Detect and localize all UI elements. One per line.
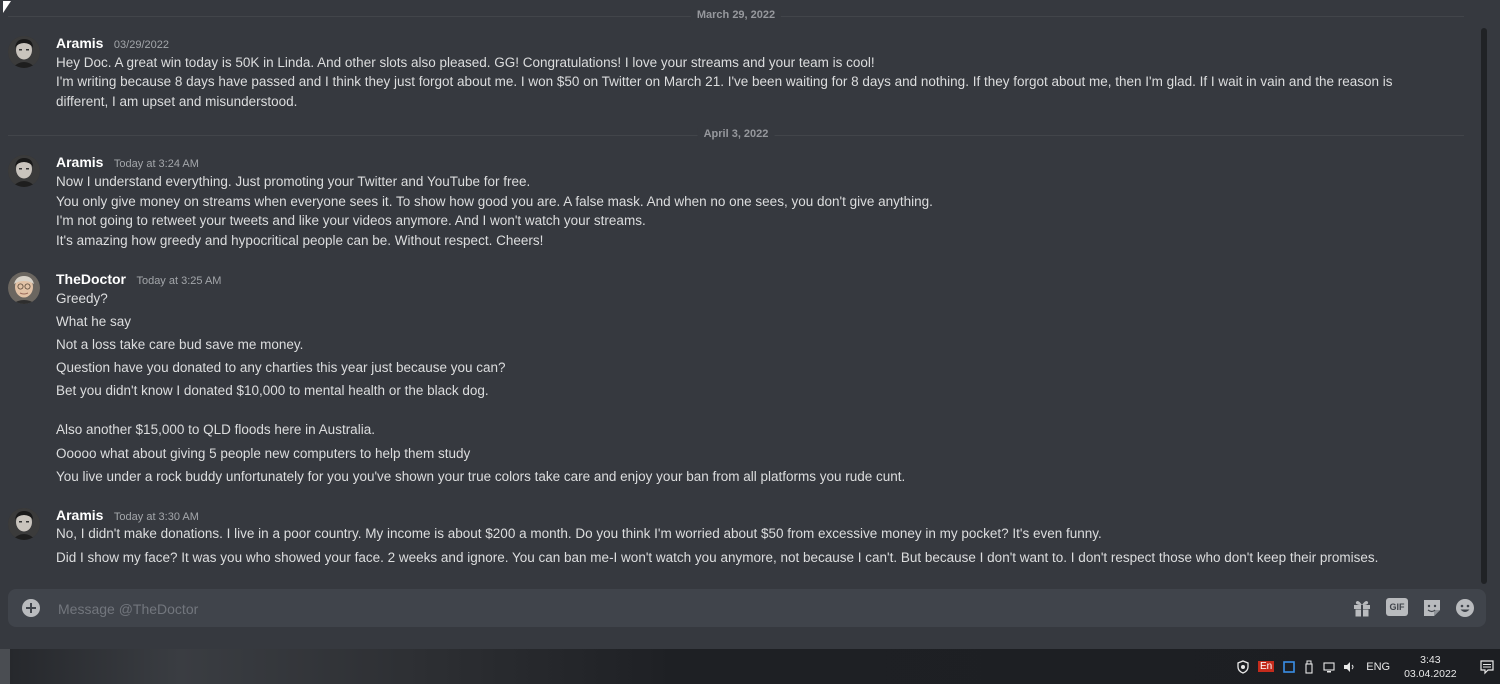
message-line: Bet you didn't know I donated $10,000 to… [56,383,489,398]
message-composer: GIF [8,589,1486,627]
date-divider-label: March 29, 2022 [690,9,782,21]
usb-device-icon[interactable] [1304,660,1314,674]
language-indicator[interactable]: En [1258,661,1275,672]
message-line: I'm writing because 8 days have passed a… [56,74,1393,109]
message-line: Ooooo what about giving 5 people new com… [56,446,471,461]
author-name[interactable]: Aramis [56,154,103,170]
message-line: You only give money on streams when ever… [56,194,933,209]
message-line: Hey Doc. A great win today is 50K in Lin… [56,55,875,70]
avatar-aramis-icon [8,155,40,187]
message-header: Aramis Today at 3:30 AM [56,507,199,525]
shield-icon[interactable] [1236,659,1250,674]
message-line: What he say [56,314,132,329]
message-line: Greedy? [56,291,108,306]
message-line: It's amazing how greedy and hypocritical… [56,233,544,248]
author-name[interactable]: Aramis [56,35,103,51]
avatar-aramis-icon [8,508,40,540]
date-divider-label: April 3, 2022 [697,128,775,140]
message-timestamp: Today at 3:24 AM [113,158,199,170]
snipping-tool-icon[interactable] [1282,660,1296,674]
windows-taskbar: En ENG 3:43 03.04.2022 [0,649,1500,684]
avatar[interactable] [8,508,40,540]
clock[interactable]: 3:43 03.04.2022 [1404,653,1457,681]
notification-center-icon[interactable] [1479,659,1495,675]
message-timestamp: Today at 3:30 AM [113,511,199,523]
message-line: No, I didn't make donations. I live in a… [56,526,1102,541]
date-divider: April 3, 2022 [8,128,1464,140]
gif-icon[interactable]: GIF [1386,598,1408,616]
author-name[interactable]: TheDoctor [56,271,126,287]
message-input[interactable] [56,597,1340,621]
sticker-icon[interactable] [1421,597,1443,619]
avatar[interactable] [8,155,40,187]
taskbar-edge[interactable] [0,649,10,684]
message-timestamp: Today at 3:25 AM [136,275,222,287]
chat-messages-area: March 29, 2022 Aramis 03/29/2022 Hey Doc… [0,0,1490,588]
clock-time: 3:43 [1420,653,1441,666]
system-tray: En ENG 3:43 03.04.2022 [1236,649,1495,684]
network-icon[interactable] [1322,660,1336,674]
gift-icon[interactable] [1351,597,1373,619]
message-line: Question have you donated to any chartie… [56,360,506,375]
author-name[interactable]: Aramis [56,507,103,523]
message-line: You live under a rock buddy unfortunatel… [56,469,906,484]
chat-scrollbar[interactable] [1481,28,1487,584]
message-header: Aramis 03/29/2022 [56,35,169,53]
message-line: Also another $15,000 to QLD floods here … [56,422,375,437]
message-line: Now I understand everything. Just promot… [56,174,531,189]
volume-icon[interactable] [1342,660,1356,674]
message-line: Did I show my face? It was you who showe… [56,550,1379,565]
avatar[interactable] [8,272,40,304]
keyboard-language[interactable]: ENG [1366,661,1390,673]
message-line: Not a loss take care bud save me money. [56,337,304,352]
message-header: Aramis Today at 3:24 AM [56,154,199,172]
mouse-cursor-icon [3,1,11,13]
avatar[interactable] [8,36,40,68]
avatar-aramis-icon [8,36,40,68]
clock-date: 03.04.2022 [1404,667,1457,680]
date-divider: March 29, 2022 [8,9,1464,21]
message-timestamp: 03/29/2022 [113,39,169,51]
avatar-thedoctor-icon [8,272,40,304]
message-line: I'm not going to retweet your tweets and… [56,213,646,228]
attach-plus-icon[interactable] [22,599,40,617]
emoji-icon[interactable] [1454,597,1476,619]
message-header: TheDoctor Today at 3:25 AM [56,271,221,289]
